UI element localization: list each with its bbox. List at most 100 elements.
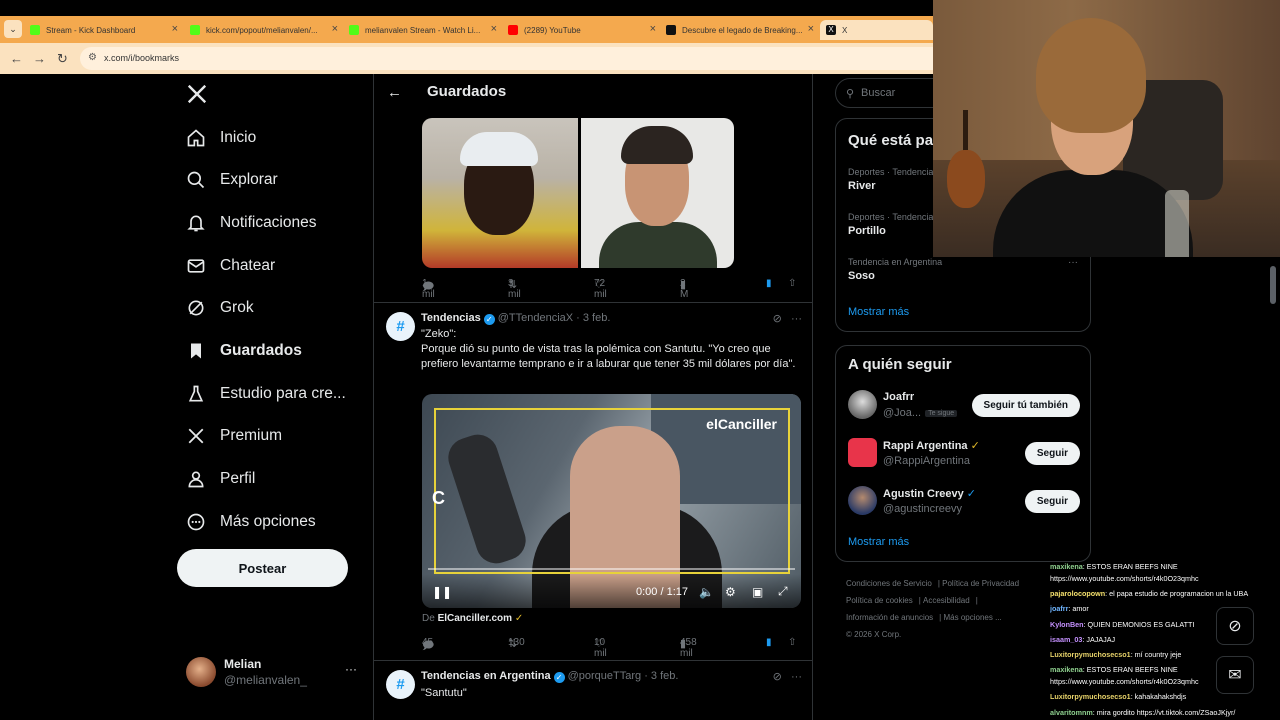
follow-button[interactable]: Seguir <box>1024 442 1080 465</box>
nav-item-explorar[interactable]: Explorar <box>186 167 278 193</box>
chat-user: Luxitorpymuchosecso1 <box>1050 692 1131 701</box>
show-more-link[interactable]: Mostrar más <box>848 306 909 318</box>
account-name: Melian <box>224 657 262 671</box>
author-name[interactable]: Tendencias <box>421 312 481 324</box>
more-dots-icon[interactable]: ··· <box>345 662 357 676</box>
trend-item[interactable]: Tendencia en Argentina Soso ··· <box>848 257 1078 282</box>
browser-tab-kick-dashboard[interactable]: Stream - Kick Dashboard × <box>30 20 178 40</box>
footer-link[interactable]: Más opciones ... <box>943 613 1001 622</box>
more-dots-icon[interactable]: ··· <box>791 313 802 325</box>
follow-suggestion[interactable]: Joafrr @Joa... Te sigue Seguir tú también <box>848 390 1080 422</box>
tab-search-button[interactable]: ⌄ <box>4 20 22 38</box>
footer-link[interactable]: Información de anuncios <box>846 613 933 622</box>
site-info-icon[interactable]: ⚙ <box>88 52 97 63</box>
video-overlay-letter: C <box>432 488 445 508</box>
account-switcher[interactable]: Melian @melianvalen_ ··· <box>186 656 361 688</box>
tweet-date[interactable]: 3 feb. <box>651 670 679 682</box>
video-progress-bar[interactable] <box>428 568 795 570</box>
close-tab-icon[interactable]: × <box>491 23 497 35</box>
footer-link[interactable]: Accesibilidad <box>923 596 970 605</box>
tweet-image[interactable] <box>581 118 734 268</box>
link-source[interactable]: De ElCanciller.com ✓ <box>422 613 523 624</box>
close-tab-icon[interactable]: × <box>172 23 178 35</box>
avatar[interactable] <box>848 438 877 467</box>
nav-item-guardados[interactable]: Guardados <box>186 338 302 364</box>
view-count: 458 mil <box>680 637 697 659</box>
close-tab-icon[interactable]: × <box>808 23 814 35</box>
picture-in-picture-icon[interactable]: ▣ <box>752 585 763 599</box>
tweet-media-grid[interactable] <box>422 118 734 268</box>
forward-arrow-icon[interactable]: → <box>33 51 46 66</box>
follow-suggestion[interactable]: Agustin Creevy ✓ @agustincreevy Seguir <box>848 486 1080 518</box>
share-icon[interactable]: ⇧ <box>788 637 796 648</box>
grok-icon[interactable]: ⊘ <box>773 671 782 683</box>
nav-item-mas-opciones[interactable]: Más opciones <box>186 509 316 535</box>
follow-back-button[interactable]: Seguir tú también <box>971 394 1080 417</box>
nav-item-premium[interactable]: Premium <box>186 423 282 449</box>
more-dots-icon[interactable]: ··· <box>791 671 802 683</box>
author-handle[interactable]: @TTendenciaX <box>498 312 573 324</box>
show-more-link[interactable]: Mostrar más <box>848 536 909 548</box>
reply-count: 1 mil <box>422 278 435 300</box>
footer-link[interactable]: Condiciones de Servicio <box>846 579 932 588</box>
video-controls <box>422 574 801 608</box>
follow-button[interactable]: Seguir <box>1024 490 1080 513</box>
nav-item-grok[interactable]: Grok <box>186 295 254 321</box>
avatar[interactable]: # <box>386 312 415 341</box>
settings-gear-icon[interactable]: ⚙ <box>725 585 736 599</box>
bookmark-icon[interactable]: ▮ <box>766 637 772 648</box>
tweet-date[interactable]: 3 feb. <box>583 312 611 324</box>
mail-icon[interactable]: ✉ <box>1216 656 1254 694</box>
close-tab-icon[interactable]: × <box>650 23 656 35</box>
browser-tab-tiktok[interactable]: Descubre el legado de Breaking... × <box>666 20 814 40</box>
grok-icon[interactable]: ⊘ <box>773 313 782 325</box>
trend-context: Tendencia en Argentina <box>848 257 943 267</box>
reload-icon[interactable]: ↻ <box>57 51 68 67</box>
nav-item-notificaciones[interactable]: Notificaciones <box>186 210 317 236</box>
grok-icon <box>186 298 206 318</box>
chat-user: KylonBen <box>1050 620 1084 629</box>
author-name[interactable]: Tendencias en Argentina <box>421 670 551 682</box>
nav-label: Estudio para cre... <box>220 385 346 402</box>
avatar[interactable] <box>848 390 877 419</box>
fullscreen-icon[interactable]: ⤢ <box>778 584 788 599</box>
nav-label: Más opciones <box>220 513 316 530</box>
browser-tab-kick-stream[interactable]: melianvalen Stream - Watch Li... × <box>349 20 497 40</box>
search-icon: ⚲ <box>846 88 855 100</box>
nav-item-chatear[interactable]: Chatear <box>186 253 275 279</box>
back-arrow-icon[interactable]: ← <box>10 51 23 66</box>
footer-link[interactable]: Política de cookies <box>846 596 913 605</box>
volume-icon[interactable]: 🔈 <box>699 585 714 599</box>
video-player[interactable]: elCanciller C ❚❚ 0:00 / 1:17 🔈 ⚙ ▣ ⤢ <box>422 394 801 608</box>
post-button[interactable]: Postear <box>177 549 348 587</box>
back-arrow-icon[interactable]: ← <box>387 84 402 101</box>
footer-link[interactable]: Política de Privacidad <box>942 579 1019 588</box>
avatar[interactable] <box>848 486 877 515</box>
x-logo-icon[interactable] <box>186 83 208 105</box>
browser-tab-x[interactable]: X X <box>820 20 933 40</box>
browser-tab-kick-popout[interactable]: kick.com/popout/melianvalen/... × <box>190 20 338 40</box>
tab-label: Stream - Kick Dashboard <box>46 25 136 35</box>
nav-item-estudio[interactable]: Estudio para cre... <box>186 381 346 407</box>
scrollbar[interactable] <box>1270 266 1276 304</box>
author-handle[interactable]: @porqueTTarg <box>568 670 642 682</box>
tweet-text: "Santutu" <box>421 687 467 699</box>
verified-badge-icon: ✓ <box>966 488 976 500</box>
nav-item-inicio[interactable]: Inicio <box>186 125 256 151</box>
follow-suggestion[interactable]: Rappi Argentina ✓ @RappiArgentina Seguir <box>848 438 1080 470</box>
source-name[interactable]: ElCanciller.com <box>438 613 512 624</box>
suggestion-handle: @Joa... <box>883 407 922 419</box>
bookmark-icon[interactable]: ▮ <box>766 278 772 289</box>
tweet[interactable]: # Tendencias en Argentina ✓ @porqueTTarg ·… <box>374 660 812 720</box>
avatar[interactable]: # <box>386 670 415 699</box>
share-icon[interactable]: ⇧ <box>788 278 796 289</box>
tweet-image[interactable] <box>422 118 578 268</box>
nav-item-perfil[interactable]: Perfil <box>186 466 255 492</box>
grok-icon[interactable]: ⊘ <box>1216 607 1254 645</box>
pause-icon[interactable]: ❚❚ <box>432 585 452 599</box>
kick-icon <box>190 25 200 35</box>
address-bar[interactable]: ⚙ x.com/i/bookmarks <box>80 47 933 70</box>
close-tab-icon[interactable]: × <box>332 23 338 35</box>
browser-tab-youtube[interactable]: (2289) YouTube × <box>508 20 656 40</box>
more-dots-icon[interactable]: ··· <box>1068 257 1078 268</box>
